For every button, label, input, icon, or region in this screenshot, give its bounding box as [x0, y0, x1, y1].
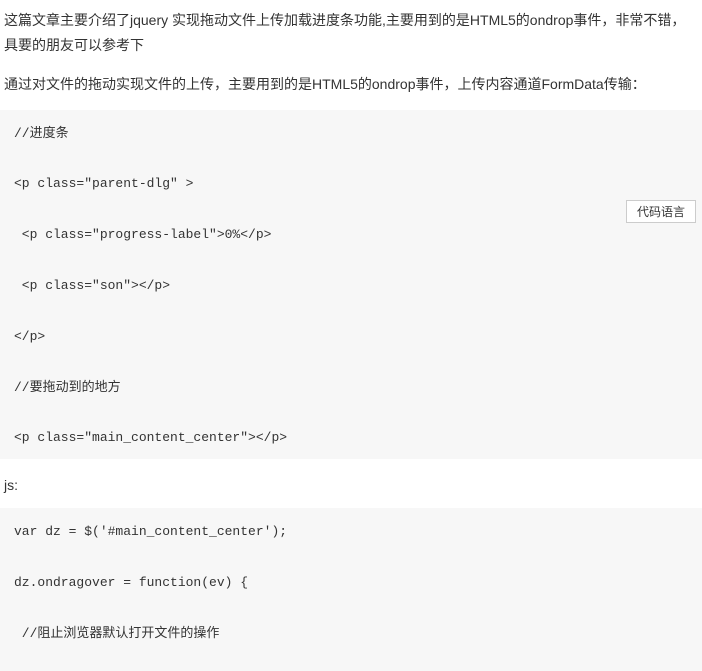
code-line: //阻止浏览器默认打开文件的操作 [14, 620, 688, 649]
article-intro: 这篇文章主要介绍了jquery 实现拖动文件上传加载进度条功能,主要用到的是HT… [0, 8, 702, 58]
code-line: dz.ondragover = function(ev) { [14, 569, 688, 598]
code-line: <p class="son"></p> [14, 272, 688, 301]
code-line: <p class="parent-dlg" > [14, 170, 688, 199]
code-block-js: var dz = $('#main_content_center'); dz.o… [0, 508, 702, 670]
code-line: <p class="main_content_center"></p> [14, 424, 688, 453]
code-line: //要拖动到的地方 [14, 374, 688, 403]
code-line: </p> [14, 323, 688, 352]
js-section-label: js: [4, 473, 702, 498]
code-language-button[interactable]: 代码语言 [626, 200, 696, 223]
code-line: //进度条 [14, 120, 688, 149]
article-description: 通过对文件的拖动实现文件的上传，主要用到的是HTML5的ondrop事件，上传内… [0, 72, 702, 97]
code-line: var dz = $('#main_content_center'); [14, 518, 688, 547]
code-block-html: 代码语言 //进度条 <p class="parent-dlg" > <p cl… [0, 110, 702, 460]
code-line: <p class="progress-label">0%</p> [14, 221, 688, 250]
